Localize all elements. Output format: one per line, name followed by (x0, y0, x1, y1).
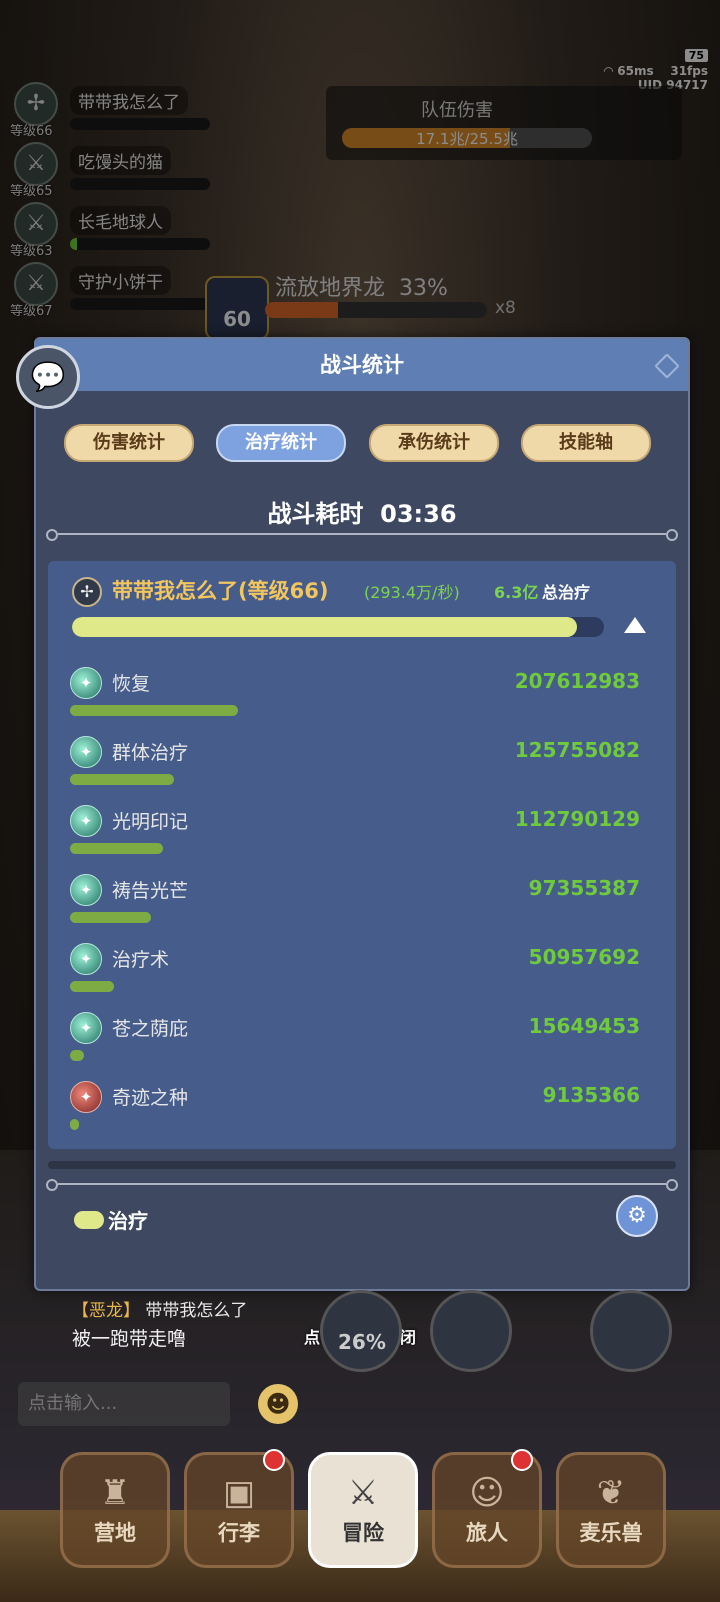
skill-value: 97355387 (528, 876, 640, 900)
dialog-title: 战斗统计 (36, 339, 688, 391)
skill-icon: ✦ (70, 736, 102, 768)
tab-0[interactable]: 伤害统计 (64, 424, 194, 462)
nav-3[interactable]: ☺ 旅人 (432, 1449, 542, 1568)
skill-icon: ✦ (70, 667, 102, 699)
skill-bar (70, 1119, 79, 1130)
divider-bottom (46, 1179, 678, 1191)
skill-icon: ✦ (70, 943, 102, 975)
heal-rate: (293.4万/秒) (364, 583, 460, 602)
nav-label: 旅人 (466, 1521, 508, 1545)
skill-value: 50957692 (528, 945, 640, 969)
notification-badge (511, 1449, 533, 1471)
tab-3[interactable]: 技能轴 (521, 424, 651, 462)
notification-badge (263, 1449, 285, 1471)
skill-icon: ✦ (70, 1012, 102, 1044)
nav-icon: ♜ (99, 1473, 131, 1513)
nav-icon: ❦ (596, 1473, 626, 1513)
skill-row[interactable]: ✦ 奇迹之种 9135366 (70, 1081, 640, 1143)
scroll-separator (48, 1161, 676, 1169)
skill-row[interactable]: ✦ 光明印记 112790129 (70, 805, 640, 867)
skill-row[interactable]: ✦ 苍之荫庇 15649453 (70, 1012, 640, 1074)
heal-total: 6.3亿 (494, 583, 539, 602)
skill-row[interactable]: ✦ 祷告光芒 97355387 (70, 874, 640, 936)
skill-slot-3[interactable] (590, 1290, 672, 1372)
skill-name: 恢复 (112, 673, 151, 695)
skill-name: 治疗术 (112, 949, 170, 971)
skill-bar (70, 1050, 84, 1061)
legend: 治疗 (74, 1205, 274, 1235)
nav-1[interactable]: ▣ 行李 (184, 1449, 294, 1568)
nav-icon: ▣ (222, 1473, 256, 1513)
player-header[interactable]: ✢ 带带我怎么了(等级66) (293.4万/秒) 6.3亿 总治疗 (72, 575, 662, 609)
skill-row[interactable]: ✦ 恢复 207612983 (70, 667, 640, 729)
legend-label: 治疗 (108, 1209, 148, 1233)
skill-bar (70, 774, 175, 785)
skill-name: 苍之荫庇 (112, 1018, 189, 1040)
nav-0[interactable]: ♜ 营地 (60, 1452, 170, 1568)
tab-1[interactable]: 治疗统计 (216, 424, 346, 462)
skill-bar (70, 981, 114, 992)
skill-value: 15649453 (528, 1014, 640, 1038)
emoji-icon[interactable]: ☻ (258, 1384, 298, 1424)
stats-tabs: 伤害统计 治疗统计 承伤统计 技能轴 (36, 424, 688, 462)
skill-name: 光明印记 (112, 811, 189, 833)
player-heal-panel: ✢ 带带我怎么了(等级66) (293.4万/秒) 6.3亿 总治疗 ✦ 恢复 … (48, 561, 676, 1149)
nav-label: 营地 (94, 1521, 136, 1545)
player-name: 带带我怎么了(等级66) (112, 579, 329, 603)
nav-icon: ☺ (469, 1473, 505, 1513)
chat-line: 【恶龙】 带带我怎么了 (72, 1301, 248, 1321)
chat-bubble-button[interactable]: 💬 (16, 345, 80, 409)
skill-slot-2[interactable] (430, 1290, 512, 1372)
skill-row[interactable]: ✦ 群体治疗 125755082 (70, 736, 640, 798)
skill-bar (70, 912, 152, 923)
divider (46, 529, 678, 541)
skill-value: 207612983 (514, 669, 640, 693)
cleric-class-icon: ✢ (72, 577, 102, 607)
skill-cooldown: 26% (338, 1330, 386, 1354)
battle-duration: 战斗耗时 03:36 (267, 500, 457, 528)
skill-name: 群体治疗 (112, 742, 189, 764)
player-heal-bar (72, 617, 604, 637)
skill-value: 9135366 (542, 1083, 640, 1107)
nav-label: 麦乐兽 (579, 1521, 643, 1545)
skill-icon: ✦ (70, 874, 102, 906)
skill-bar (70, 843, 163, 854)
skill-icon: ✦ (70, 1081, 102, 1113)
skill-bar (70, 705, 239, 716)
battle-stats-dialog: 战斗统计 伤害统计 治疗统计 承伤统计 技能轴 战斗耗时 03:36 ✢ 带带我怎么了… (34, 337, 690, 1291)
heal-total-label: 总治疗 (542, 583, 591, 602)
skill-name: 奇迹之种 (112, 1087, 189, 1109)
nav-icon: ⚔ (347, 1473, 379, 1513)
nav-4[interactable]: ❦ 麦乐兽 (556, 1452, 666, 1568)
nav-2[interactable]: ⚔ 冒险 (308, 1452, 418, 1568)
skill-value: 112790129 (514, 807, 640, 831)
nav-label: 行李 (218, 1521, 260, 1545)
tab-2[interactable]: 承伤统计 (369, 424, 499, 462)
legend-swatch (74, 1211, 104, 1229)
skill-row[interactable]: ✦ 治疗术 50957692 (70, 943, 640, 1005)
skill-name: 祷告光芒 (112, 880, 189, 902)
nav-label: 冒险 (342, 1521, 384, 1545)
skill-icon: ✦ (70, 805, 102, 837)
settings-gear-icon[interactable]: ⚙ (616, 1195, 658, 1237)
chat-input[interactable] (18, 1382, 230, 1426)
collapse-arrow-icon[interactable] (624, 617, 646, 633)
skill-value: 125755082 (514, 738, 640, 762)
